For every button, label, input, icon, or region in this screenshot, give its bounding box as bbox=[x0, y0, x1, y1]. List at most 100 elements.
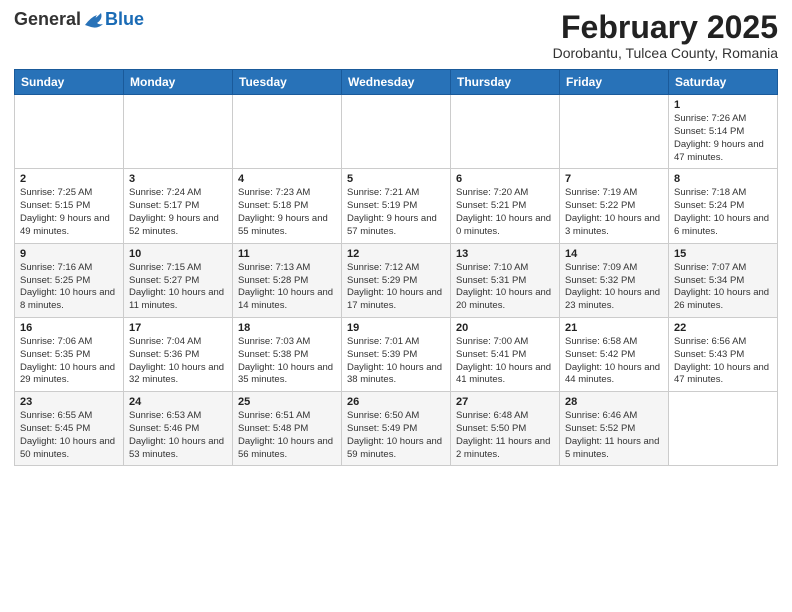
day-info: Sunrise: 6:50 AM Sunset: 5:49 PM Dayligh… bbox=[347, 410, 445, 461]
day-number: 2 bbox=[20, 173, 118, 185]
table-row: 5 Sunrise: 7:21 AM Sunset: 5:19 PM Daylig… bbox=[342, 169, 451, 243]
day-number: 12 bbox=[347, 248, 445, 260]
day-info: Sunrise: 7:00 AM Sunset: 5:41 PM Dayligh… bbox=[456, 336, 554, 387]
day-number: 20 bbox=[456, 322, 554, 334]
week-row-3: 9Sunrise: 7:16 AM Sunset: 5:25 PM Daylig… bbox=[15, 243, 778, 317]
table-row: 7 Sunrise: 7:19 AM Sunset: 5:22 PM Daylig… bbox=[560, 169, 669, 243]
table-row: 28 Sunrise: 6:46 AM Sunset: 5:52 PM Dayli… bbox=[560, 392, 669, 466]
page: General Blue February 2025 Dorobantu, Tu… bbox=[0, 0, 792, 612]
day-info: Sunrise: 7:25 AM Sunset: 5:15 PM Dayligh… bbox=[20, 187, 118, 238]
day-info: Sunrise: 7:23 AM Sunset: 5:18 PM Dayligh… bbox=[238, 187, 336, 238]
day-info: Sunrise: 7:04 AM Sunset: 5:36 PM Dayligh… bbox=[129, 336, 227, 387]
day-number: 26 bbox=[347, 396, 445, 408]
table-row: 17 Sunrise: 7:04 AM Sunset: 5:36 PM Dayli… bbox=[124, 317, 233, 391]
day-number: 6 bbox=[456, 173, 554, 185]
day-info: Sunrise: 7:06 AM Sunset: 5:35 PM Dayligh… bbox=[20, 336, 118, 387]
day-number: 27 bbox=[456, 396, 554, 408]
day-info: Sunrise: 7:19 AM Sunset: 5:22 PM Dayligh… bbox=[565, 187, 663, 238]
table-row: 10 Sunrise: 7:15 AM Sunset: 5:27 PM Dayli… bbox=[124, 243, 233, 317]
day-info: Sunrise: 6:48 AM Sunset: 5:50 PM Dayligh… bbox=[456, 410, 554, 461]
day-number: 25 bbox=[238, 396, 336, 408]
table-row: 16 Sunrise: 7:06 AM Sunset: 5:35 PM Dayli… bbox=[15, 317, 124, 391]
header: General Blue February 2025 Dorobantu, Tu… bbox=[14, 10, 778, 61]
day-number: 9 bbox=[20, 248, 118, 260]
logo-blue-text: Blue bbox=[105, 10, 144, 30]
table-row: 26 Sunrise: 6:50 AM Sunset: 5:49 PM Dayli… bbox=[342, 392, 451, 466]
table-row: 20 Sunrise: 7:00 AM Sunset: 5:41 PM Dayli… bbox=[451, 317, 560, 391]
day-number: 4 bbox=[238, 173, 336, 185]
week-row-1: 1Sunrise: 7:26 AM Sunset: 5:14 PM Daylig… bbox=[15, 95, 778, 169]
table-row: 25 Sunrise: 6:51 AM Sunset: 5:48 PM Dayli… bbox=[233, 392, 342, 466]
day-number: 23 bbox=[20, 396, 118, 408]
table-row: 3 Sunrise: 7:24 AM Sunset: 5:17 PM Daylig… bbox=[124, 169, 233, 243]
table-row bbox=[15, 95, 124, 169]
day-number: 24 bbox=[129, 396, 227, 408]
day-number: 18 bbox=[238, 322, 336, 334]
col-friday: Friday bbox=[560, 70, 669, 95]
logo-general-text: General bbox=[14, 10, 81, 30]
day-number: 19 bbox=[347, 322, 445, 334]
table-row: 23 Sunrise: 6:55 AM Sunset: 5:45 PM Dayli… bbox=[15, 392, 124, 466]
day-info: Sunrise: 7:10 AM Sunset: 5:31 PM Dayligh… bbox=[456, 262, 554, 313]
table-row: 2 Sunrise: 7:25 AM Sunset: 5:15 PM Daylig… bbox=[15, 169, 124, 243]
col-monday: Monday bbox=[124, 70, 233, 95]
title-block: February 2025 Dorobantu, Tulcea County, … bbox=[553, 10, 778, 61]
day-number: 28 bbox=[565, 396, 663, 408]
table-row: 9Sunrise: 7:16 AM Sunset: 5:25 PM Daylig… bbox=[15, 243, 124, 317]
table-row: 15Sunrise: 7:07 AM Sunset: 5:34 PM Dayli… bbox=[669, 243, 778, 317]
table-row: 4 Sunrise: 7:23 AM Sunset: 5:18 PM Daylig… bbox=[233, 169, 342, 243]
table-row bbox=[560, 95, 669, 169]
day-info: Sunrise: 6:46 AM Sunset: 5:52 PM Dayligh… bbox=[565, 410, 663, 461]
table-row bbox=[342, 95, 451, 169]
week-row-2: 2 Sunrise: 7:25 AM Sunset: 5:15 PM Daylig… bbox=[15, 169, 778, 243]
table-row: 14Sunrise: 7:09 AM Sunset: 5:32 PM Dayli… bbox=[560, 243, 669, 317]
table-row: 19 Sunrise: 7:01 AM Sunset: 5:39 PM Dayli… bbox=[342, 317, 451, 391]
table-row: 13 Sunrise: 7:10 AM Sunset: 5:31 PM Dayli… bbox=[451, 243, 560, 317]
table-row: 1Sunrise: 7:26 AM Sunset: 5:14 PM Daylig… bbox=[669, 95, 778, 169]
day-number: 16 bbox=[20, 322, 118, 334]
calendar-table: Sunday Monday Tuesday Wednesday Thursday… bbox=[14, 69, 778, 466]
page-subtitle: Dorobantu, Tulcea County, Romania bbox=[553, 45, 778, 61]
logo-bird-icon bbox=[83, 11, 105, 29]
day-number: 21 bbox=[565, 322, 663, 334]
day-info: Sunrise: 6:55 AM Sunset: 5:45 PM Dayligh… bbox=[20, 410, 118, 461]
page-title: February 2025 bbox=[553, 10, 778, 45]
logo: General Blue bbox=[14, 10, 144, 30]
day-number: 10 bbox=[129, 248, 227, 260]
col-saturday: Saturday bbox=[669, 70, 778, 95]
day-info: Sunrise: 7:13 AM Sunset: 5:28 PM Dayligh… bbox=[238, 262, 336, 313]
week-row-5: 23 Sunrise: 6:55 AM Sunset: 5:45 PM Dayli… bbox=[15, 392, 778, 466]
day-info: Sunrise: 7:18 AM Sunset: 5:24 PM Dayligh… bbox=[674, 187, 772, 238]
table-row: 27 Sunrise: 6:48 AM Sunset: 5:50 PM Dayli… bbox=[451, 392, 560, 466]
day-info: Sunrise: 7:24 AM Sunset: 5:17 PM Dayligh… bbox=[129, 187, 227, 238]
table-row: 6 Sunrise: 7:20 AM Sunset: 5:21 PM Daylig… bbox=[451, 169, 560, 243]
day-number: 3 bbox=[129, 173, 227, 185]
day-number: 13 bbox=[456, 248, 554, 260]
table-row: 18Sunrise: 7:03 AM Sunset: 5:38 PM Dayli… bbox=[233, 317, 342, 391]
day-info: Sunrise: 6:51 AM Sunset: 5:48 PM Dayligh… bbox=[238, 410, 336, 461]
day-info: Sunrise: 7:09 AM Sunset: 5:32 PM Dayligh… bbox=[565, 262, 663, 313]
day-info: Sunrise: 7:12 AM Sunset: 5:29 PM Dayligh… bbox=[347, 262, 445, 313]
table-row: 8Sunrise: 7:18 AM Sunset: 5:24 PM Daylig… bbox=[669, 169, 778, 243]
table-row bbox=[124, 95, 233, 169]
day-number: 7 bbox=[565, 173, 663, 185]
table-row bbox=[233, 95, 342, 169]
day-info: Sunrise: 7:21 AM Sunset: 5:19 PM Dayligh… bbox=[347, 187, 445, 238]
col-tuesday: Tuesday bbox=[233, 70, 342, 95]
day-number: 17 bbox=[129, 322, 227, 334]
col-sunday: Sunday bbox=[15, 70, 124, 95]
table-row: 12 Sunrise: 7:12 AM Sunset: 5:29 PM Dayli… bbox=[342, 243, 451, 317]
day-number: 5 bbox=[347, 173, 445, 185]
week-row-4: 16 Sunrise: 7:06 AM Sunset: 5:35 PM Dayli… bbox=[15, 317, 778, 391]
calendar-header-row: Sunday Monday Tuesday Wednesday Thursday… bbox=[15, 70, 778, 95]
table-row: 24Sunrise: 6:53 AM Sunset: 5:46 PM Dayli… bbox=[124, 392, 233, 466]
day-number: 15 bbox=[674, 248, 772, 260]
day-number: 1 bbox=[674, 99, 772, 111]
day-info: Sunrise: 7:15 AM Sunset: 5:27 PM Dayligh… bbox=[129, 262, 227, 313]
day-info: Sunrise: 7:20 AM Sunset: 5:21 PM Dayligh… bbox=[456, 187, 554, 238]
day-info: Sunrise: 7:01 AM Sunset: 5:39 PM Dayligh… bbox=[347, 336, 445, 387]
table-row bbox=[669, 392, 778, 466]
col-thursday: Thursday bbox=[451, 70, 560, 95]
day-number: 22 bbox=[674, 322, 772, 334]
table-row bbox=[451, 95, 560, 169]
